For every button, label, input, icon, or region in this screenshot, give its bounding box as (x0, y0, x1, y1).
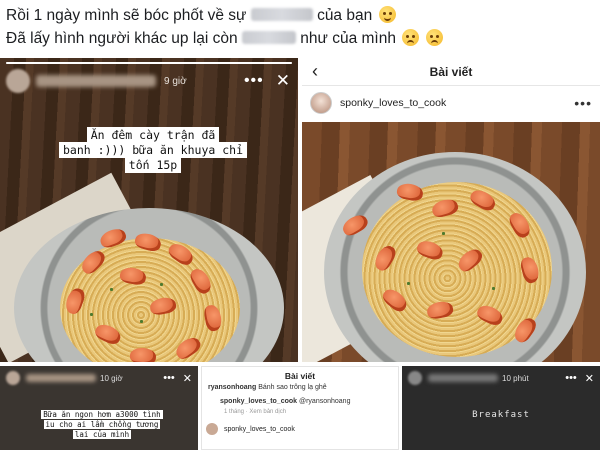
redacted-username[interactable] (428, 374, 498, 382)
instagram-post-screenshot-bottom[interactable]: Bài viết ryansonhoang Bánh sao trông lạ … (201, 366, 399, 450)
redacted-username[interactable] (36, 75, 156, 87)
close-icon[interactable]: ✕ (183, 372, 192, 385)
cry-emoji-icon (402, 29, 420, 46)
more-dots-icon[interactable]: ••• (574, 95, 592, 111)
more-dots-icon[interactable]: ••• (163, 372, 175, 385)
back-arrow-icon[interactable]: ‹ (312, 61, 318, 82)
story-caption: Ăn đêm cày trận đã banh :))) bữa ăn khuy… (44, 127, 262, 173)
avatar[interactable] (206, 423, 218, 435)
comment-username[interactable]: ryansonhoang (208, 384, 256, 391)
story-caption-line: iu cho ai lầm chồng tương (43, 420, 161, 429)
herb (90, 313, 93, 316)
post-line-2-start: Đã lấy hình người khác up lại còn (6, 30, 238, 47)
post-line-2-end: như của mình (300, 30, 396, 47)
instagram-photo[interactable] (302, 122, 600, 362)
avatar[interactable] (310, 92, 332, 114)
instagram-header-title: Bài viết (429, 64, 473, 79)
story-screenshot-bottom-1[interactable]: 10 giờ ••• ✕ Bữa ăn ngon hơm a3000 tình i… (0, 366, 198, 450)
instagram-post-screenshot[interactable]: ‹ Bài viết sponky_loves_to_cook ••• (302, 58, 600, 362)
redacted-username[interactable] (26, 374, 96, 382)
more-dots-icon[interactable]: ••• (565, 372, 577, 385)
comment-text[interactable]: @ryansonhoang (299, 398, 350, 405)
avatar[interactable] (6, 69, 30, 93)
redacted-word (241, 31, 296, 44)
more-dots-icon[interactable]: ••• (244, 73, 264, 89)
story-caption: Breakfast (472, 410, 530, 420)
comment-username[interactable]: sponky_loves_to_cook (220, 398, 297, 405)
story-caption-line: Bữa ăn ngon hơm a3000 tình (41, 410, 163, 419)
herb (140, 320, 143, 323)
redacted-word (250, 8, 313, 21)
post-line-1-start: Rồi 1 ngày mình sẽ bóc phốt về sự (6, 7, 247, 24)
story-caption-line: lai của mình (72, 430, 132, 439)
avatar[interactable] (6, 371, 20, 385)
post-user-row: sponky_loves_to_cook (206, 423, 295, 435)
close-icon[interactable]: ✕ (276, 71, 290, 91)
story-progress-bar (6, 62, 292, 64)
story-time: 10 phút (502, 373, 529, 383)
comment: ryansonhoang Bánh sao trông lạ ghê (202, 381, 398, 395)
comment-meta[interactable]: 1 tháng · Xem bản dịch (202, 409, 398, 415)
cry-emoji-icon (425, 29, 443, 46)
story-caption: Bữa ăn ngon hơm a3000 tình iu cho ai lầm… (22, 410, 182, 440)
smile-emoji-icon (378, 6, 396, 23)
story-screenshot-bottom-3[interactable]: 10 phút ••• ✕ Breakfast (402, 366, 600, 450)
story-caption-line: tốn 15p (124, 157, 182, 173)
avatar[interactable] (408, 371, 422, 385)
close-icon[interactable]: ✕ (585, 372, 594, 385)
story-time: 10 giờ (100, 373, 123, 383)
story-header: 9 giờ ••• ✕ (6, 68, 290, 94)
post-line-1: Rồi 1 ngày mình sẽ bóc phốt về sự của bạ… (6, 4, 596, 27)
herb (407, 282, 410, 285)
post-username[interactable]: sponky_loves_to_cook (224, 426, 295, 433)
story-time: 9 giờ (164, 75, 187, 87)
story-progress-fill (6, 62, 292, 64)
post-text: Rồi 1 ngày mình sẽ bóc phốt về sự của bạ… (6, 4, 596, 50)
instagram-user-row: sponky_loves_to_cook ••• (302, 86, 600, 120)
comment-text: Bánh sao trông lạ ghê (258, 384, 327, 391)
herb (442, 232, 445, 235)
instagram-header: ‹ Bài viết (302, 58, 600, 86)
post-line-2: Đã lấy hình người khác up lại còn như củ… (6, 27, 596, 50)
comment-reply: sponky_loves_to_cook @ryansonhoang (202, 395, 398, 409)
story-header: 10 giờ ••• ✕ (0, 366, 198, 390)
story-caption-line: banh :))) bữa ăn khuya chỉ (58, 142, 247, 158)
story-screenshot-left[interactable]: 9 giờ ••• ✕ Ăn đêm cày trận đã banh :)))… (0, 58, 298, 362)
story-header: 10 phút ••• ✕ (402, 366, 600, 390)
post-line-1-end: của bạn (317, 7, 373, 24)
herb (160, 283, 163, 286)
herb (492, 287, 495, 290)
story-caption-line: Ăn đêm cày trận đã (86, 127, 220, 143)
post-header-title: Bài viết (284, 371, 316, 381)
herb (110, 288, 113, 291)
instagram-username[interactable]: sponky_loves_to_cook (340, 97, 446, 109)
